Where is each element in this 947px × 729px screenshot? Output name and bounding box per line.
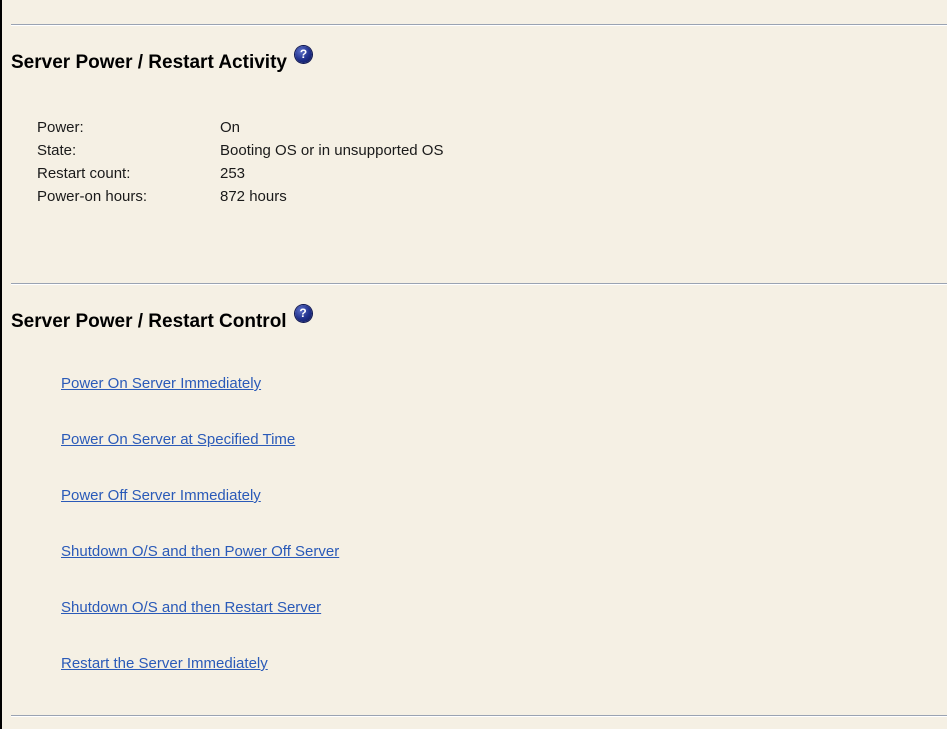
help-icon[interactable]: ? bbox=[294, 46, 312, 63]
control-section-title: Server Power / Restart Control? bbox=[11, 305, 312, 333]
bottom-divider bbox=[11, 715, 947, 717]
power-label: Power: bbox=[37, 119, 84, 136]
shutdown-restart-link[interactable]: Shutdown O/S and then Restart Server bbox=[61, 596, 339, 652]
middle-divider bbox=[11, 283, 947, 285]
activity-info-table: Power: On State: Booting OS or in unsupp… bbox=[37, 116, 443, 208]
top-divider bbox=[11, 24, 947, 26]
control-title-text: Server Power / Restart Control bbox=[11, 311, 287, 332]
power-value: On bbox=[220, 119, 241, 136]
power-on-immediately-link[interactable]: Power On Server Immediately bbox=[61, 372, 339, 428]
power-row: Power: On bbox=[37, 116, 443, 139]
power-control-links: Power On Server Immediately Power On Ser… bbox=[61, 372, 339, 708]
power-on-hours-value: 872 hours bbox=[220, 188, 287, 205]
restart-immediately-link[interactable]: Restart the Server Immediately bbox=[61, 652, 339, 708]
power-off-immediately-link[interactable]: Power Off Server Immediately bbox=[61, 484, 339, 540]
power-on-hours-label: Power-on hours: bbox=[37, 188, 148, 205]
state-value: Booting OS or in unsupported OS bbox=[220, 142, 444, 159]
activity-title-text: Server Power / Restart Activity bbox=[11, 52, 287, 73]
help-icon[interactable]: ? bbox=[294, 305, 312, 322]
content-frame: Server Power / Restart Activity? Power: … bbox=[0, 0, 947, 729]
power-on-hours-row: Power-on hours: 872 hours bbox=[37, 185, 443, 208]
restart-count-label: Restart count: bbox=[37, 165, 131, 182]
restart-count-value: 253 bbox=[220, 165, 246, 182]
state-label: State: bbox=[37, 142, 77, 159]
restart-count-row: Restart count: 253 bbox=[37, 162, 443, 185]
activity-section-title: Server Power / Restart Activity? bbox=[11, 46, 312, 74]
power-on-specified-time-link[interactable]: Power On Server at Specified Time bbox=[61, 428, 339, 484]
state-row: State: Booting OS or in unsupported OS bbox=[37, 139, 443, 162]
shutdown-power-off-link[interactable]: Shutdown O/S and then Power Off Server bbox=[61, 540, 339, 596]
